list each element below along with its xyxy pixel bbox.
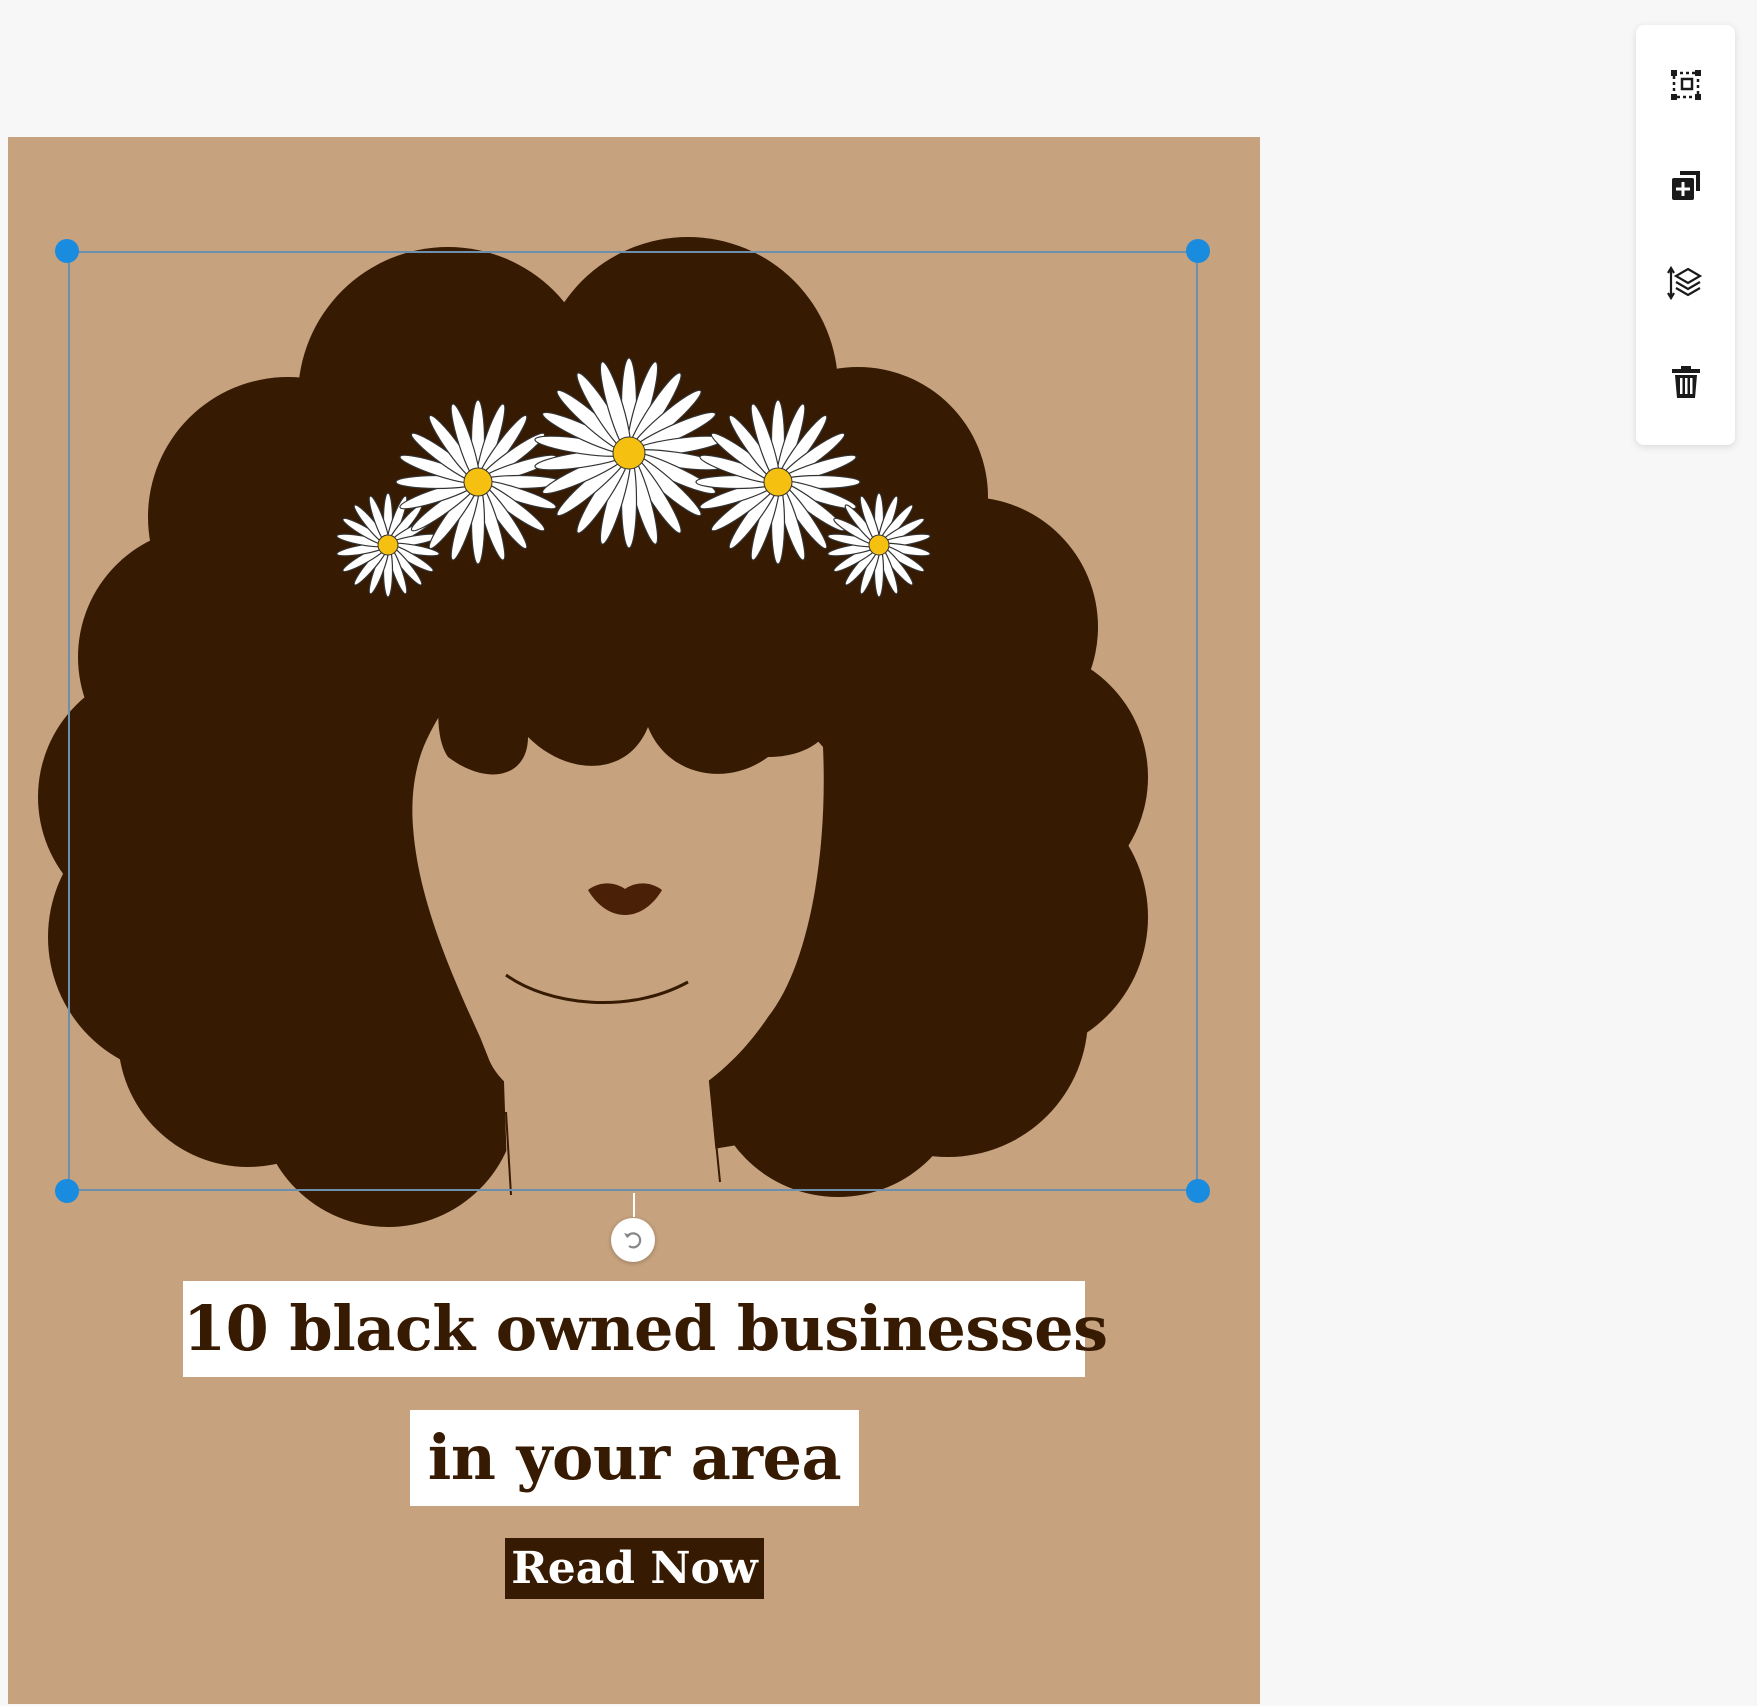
duplicate-button[interactable] xyxy=(1654,153,1718,217)
rotate-icon xyxy=(624,1232,642,1249)
layers-icon xyxy=(1667,265,1703,301)
rotate-handle[interactable] xyxy=(611,1218,655,1262)
group-select-icon xyxy=(1671,70,1701,100)
resize-handle-top-right[interactable] xyxy=(1186,239,1210,263)
group-select-button[interactable] xyxy=(1654,53,1718,117)
layers-button[interactable] xyxy=(1654,251,1718,315)
headline-line-1[interactable]: 10 black owned businesses xyxy=(183,1281,1108,1377)
design-canvas[interactable]: 10 black owned businesses in your area R… xyxy=(8,137,1260,1704)
trash-icon xyxy=(1672,366,1700,398)
resize-handle-bottom-right[interactable] xyxy=(1186,1179,1210,1203)
rotate-handle-stem xyxy=(633,1193,635,1217)
resize-handle-bottom-left[interactable] xyxy=(55,1179,79,1203)
delete-button[interactable] xyxy=(1654,350,1718,414)
resize-handle-top-left[interactable] xyxy=(55,239,79,263)
read-now-button[interactable]: Read Now xyxy=(505,1538,764,1599)
element-toolbar xyxy=(1636,25,1735,445)
duplicate-icon xyxy=(1672,171,1700,200)
headline-line-2[interactable]: in your area xyxy=(410,1410,859,1506)
